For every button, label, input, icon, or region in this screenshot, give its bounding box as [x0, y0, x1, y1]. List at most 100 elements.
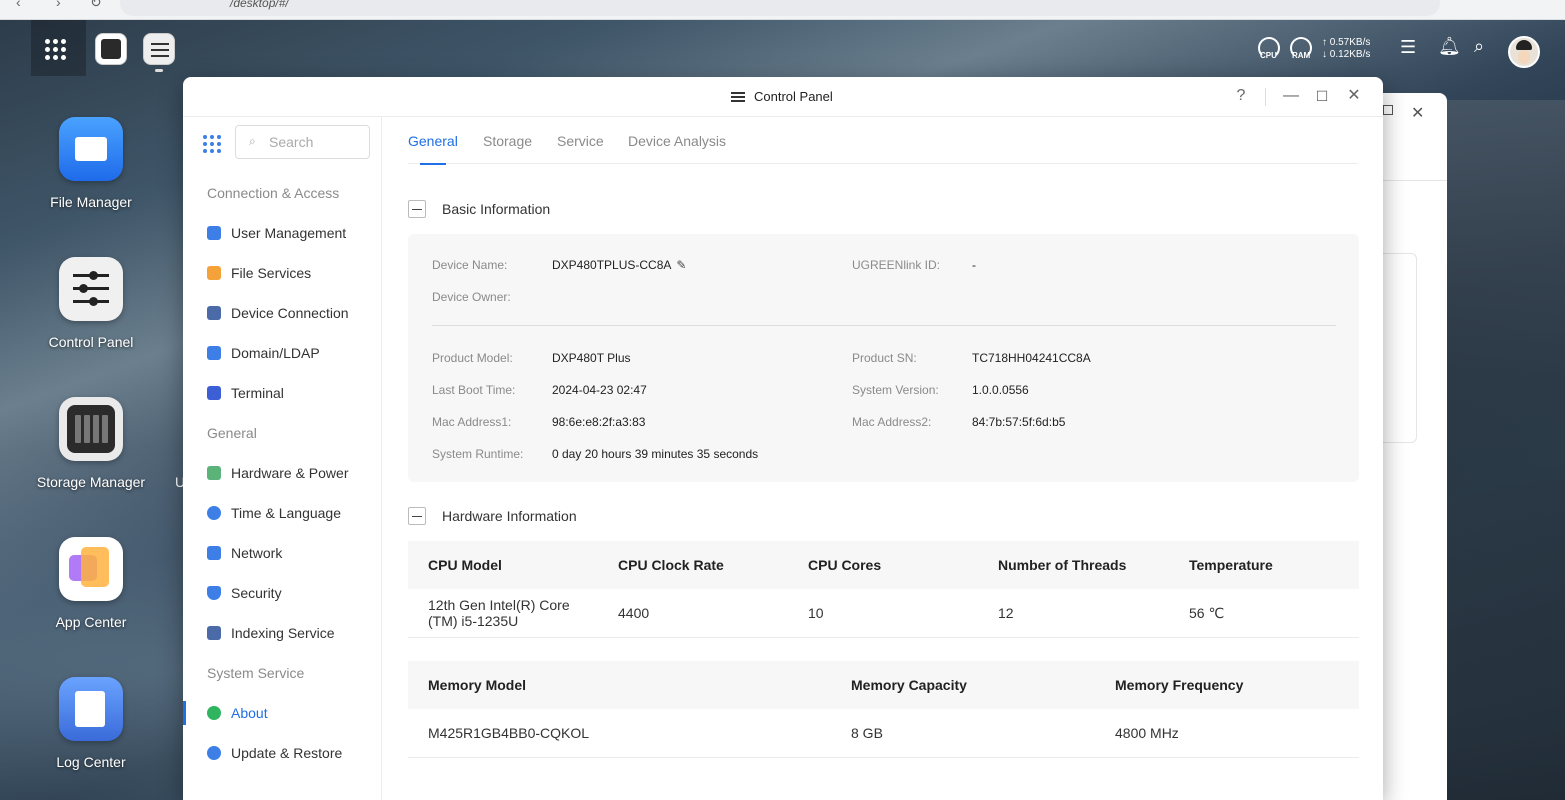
- sidebar-item-label: Domain/LDAP: [231, 345, 320, 361]
- grid-icon[interactable]: [203, 135, 221, 153]
- app-launcher-button[interactable]: [31, 20, 86, 76]
- collapse-icon[interactable]: [408, 200, 426, 218]
- server-status-icon[interactable]: ☰: [1400, 37, 1416, 58]
- device-name-value: DXP480TPLUS-CC8A: [552, 258, 672, 272]
- folder-icon: [207, 266, 221, 280]
- globe-icon: [207, 506, 221, 520]
- memory-table: Memory Model Memory Capacity Memory Freq…: [408, 661, 1359, 758]
- table-row: 12th Gen Intel(R) Core (TM) i5-1235U 440…: [408, 589, 1359, 638]
- runtime-value: 0 day 20 hours 39 minutes 35 seconds: [552, 447, 759, 461]
- table-cell: 12: [978, 589, 1169, 638]
- table-cell: 4800 MHz: [1095, 709, 1359, 758]
- desktop-app-app-center[interactable]: App Center: [20, 537, 162, 630]
- desktop-app-label: File Manager: [50, 194, 132, 210]
- id-card-icon: [207, 346, 221, 360]
- column-header: Memory Frequency: [1095, 661, 1359, 709]
- sidebar-item-label: Hardware & Power: [231, 465, 349, 481]
- sidebar: ⌕ Connection & Access User Management Fi…: [183, 117, 382, 800]
- column-header: Temperature: [1169, 541, 1359, 589]
- search-input[interactable]: [269, 133, 365, 151]
- sidebar-item-update-restore[interactable]: Update & Restore: [183, 735, 381, 771]
- sidebar-item-user-management[interactable]: User Management: [183, 215, 381, 251]
- tab-general[interactable]: General: [408, 133, 458, 165]
- divider: [432, 325, 1336, 326]
- desktop-app-label: Control Panel: [48, 334, 134, 350]
- sidebar-item-network[interactable]: Network: [183, 535, 381, 571]
- storage-manager-icon: [59, 397, 123, 461]
- table-header-row: Memory Model Memory Capacity Memory Freq…: [408, 661, 1359, 709]
- back-icon[interactable]: ‹: [16, 0, 21, 10]
- tab-bar: General Storage Service Device Analysis: [408, 117, 1358, 165]
- mac1-value: 98:6e:e8:2f:a3:83: [552, 415, 646, 429]
- desktop-app-log-center[interactable]: Log Center: [20, 677, 162, 770]
- refresh-icon: [207, 746, 221, 760]
- column-header: Memory Model: [408, 661, 831, 709]
- sidebar-item-about[interactable]: About: [183, 695, 381, 731]
- sidebar-item-file-services[interactable]: File Services: [183, 255, 381, 291]
- sidebar-item-domain-ldap[interactable]: Domain/LDAP: [183, 335, 381, 371]
- collapse-icon[interactable]: [408, 507, 426, 525]
- cpu-label: CPU: [1260, 51, 1277, 60]
- runtime-label: System Runtime:: [432, 447, 524, 461]
- table-cell: 4400: [598, 589, 788, 638]
- app-center-icon: [59, 537, 123, 601]
- column-header: CPU Model: [408, 541, 598, 589]
- desktop-app-control-panel[interactable]: Control Panel: [20, 257, 162, 350]
- forward-icon[interactable]: ›: [56, 0, 61, 10]
- desktop-app-storage-manager[interactable]: Storage Manager: [20, 397, 162, 490]
- taskbar: CPU RAM ↑ 0.57KB/s ↓ 0.12KB/s ☰ 🔔︎ ⌕: [0, 20, 1565, 78]
- device-name-label: Device Name:: [432, 258, 508, 272]
- taskbar-storage-manager-icon[interactable]: [95, 33, 127, 65]
- sidebar-section-system-service: System Service: [207, 665, 305, 681]
- taskbar-control-panel-icon[interactable]: [143, 33, 175, 65]
- info-icon: [207, 706, 221, 720]
- product-sn-value: TC718HH04241CC8A: [972, 351, 1091, 365]
- table-cell: 12th Gen Intel(R) Core (TM) i5-1235U: [408, 589, 598, 638]
- window-titlebar[interactable]: Control Panel ? — ☐ ✕: [183, 77, 1383, 117]
- sidebar-item-terminal[interactable]: Terminal: [183, 375, 381, 411]
- section-title: Basic Information: [442, 201, 551, 217]
- file-manager-icon: [59, 117, 123, 181]
- minimize-button[interactable]: —: [1281, 86, 1301, 106]
- close-button[interactable]: ✕: [1344, 86, 1364, 106]
- reload-icon[interactable]: ↻: [90, 0, 102, 11]
- sidebar-item-indexing-service[interactable]: Indexing Service: [183, 615, 381, 651]
- power-icon: [207, 466, 221, 480]
- user-avatar[interactable]: [1508, 36, 1540, 68]
- system-version-value: 1.0.0.0556: [972, 383, 1029, 397]
- address-bar[interactable]: [120, 0, 1440, 16]
- maximize-button[interactable]: ☐: [1312, 86, 1332, 106]
- sidebar-item-label: Update & Restore: [231, 745, 343, 761]
- sidebar-item-device-connection[interactable]: Device Connection: [183, 295, 381, 331]
- tab-device-analysis[interactable]: Device Analysis: [628, 133, 726, 149]
- table-cell: M425R1GB4BB0-CQKOL: [408, 709, 831, 758]
- column-header: CPU Clock Rate: [598, 541, 788, 589]
- background-window[interactable]: ✕: [1383, 93, 1447, 800]
- maximize-icon[interactable]: [1383, 105, 1393, 115]
- sidebar-item-hardware-power[interactable]: Hardware & Power: [183, 455, 381, 491]
- background-card: [1383, 253, 1417, 443]
- mac2-value: 84:7b:57:5f:6d:b5: [972, 415, 1066, 429]
- close-icon[interactable]: ✕: [1411, 103, 1424, 123]
- edit-icon[interactable]: ✎: [676, 258, 686, 272]
- help-button[interactable]: ?: [1231, 86, 1251, 106]
- sidebar-item-label: File Services: [231, 265, 312, 281]
- search-icon[interactable]: ⌕: [1474, 36, 1484, 57]
- search-box[interactable]: ⌕: [235, 125, 370, 159]
- boot-time-label: Last Boot Time:: [432, 383, 516, 397]
- ugreenlink-label: UGREENlink ID:: [852, 258, 941, 272]
- bell-icon[interactable]: 🔔︎: [1438, 36, 1461, 57]
- divider: [1383, 180, 1447, 181]
- sidebar-item-security[interactable]: Security: [183, 575, 381, 611]
- sidebar-item-time-language[interactable]: Time & Language: [183, 495, 381, 531]
- window-title: Control Panel: [754, 89, 833, 104]
- product-model-value: DXP480T Plus: [552, 351, 631, 365]
- column-header: Memory Capacity: [831, 661, 1095, 709]
- sidebar-section-connection: Connection & Access: [207, 185, 340, 201]
- tab-service[interactable]: Service: [557, 133, 604, 149]
- sidebar-item-label: Network: [231, 545, 283, 561]
- url-text[interactable]: /desktop/#/: [230, 0, 289, 10]
- tab-storage[interactable]: Storage: [483, 133, 532, 149]
- desktop-app-file-manager[interactable]: File Manager: [20, 117, 162, 210]
- control-panel-icon: [59, 257, 123, 321]
